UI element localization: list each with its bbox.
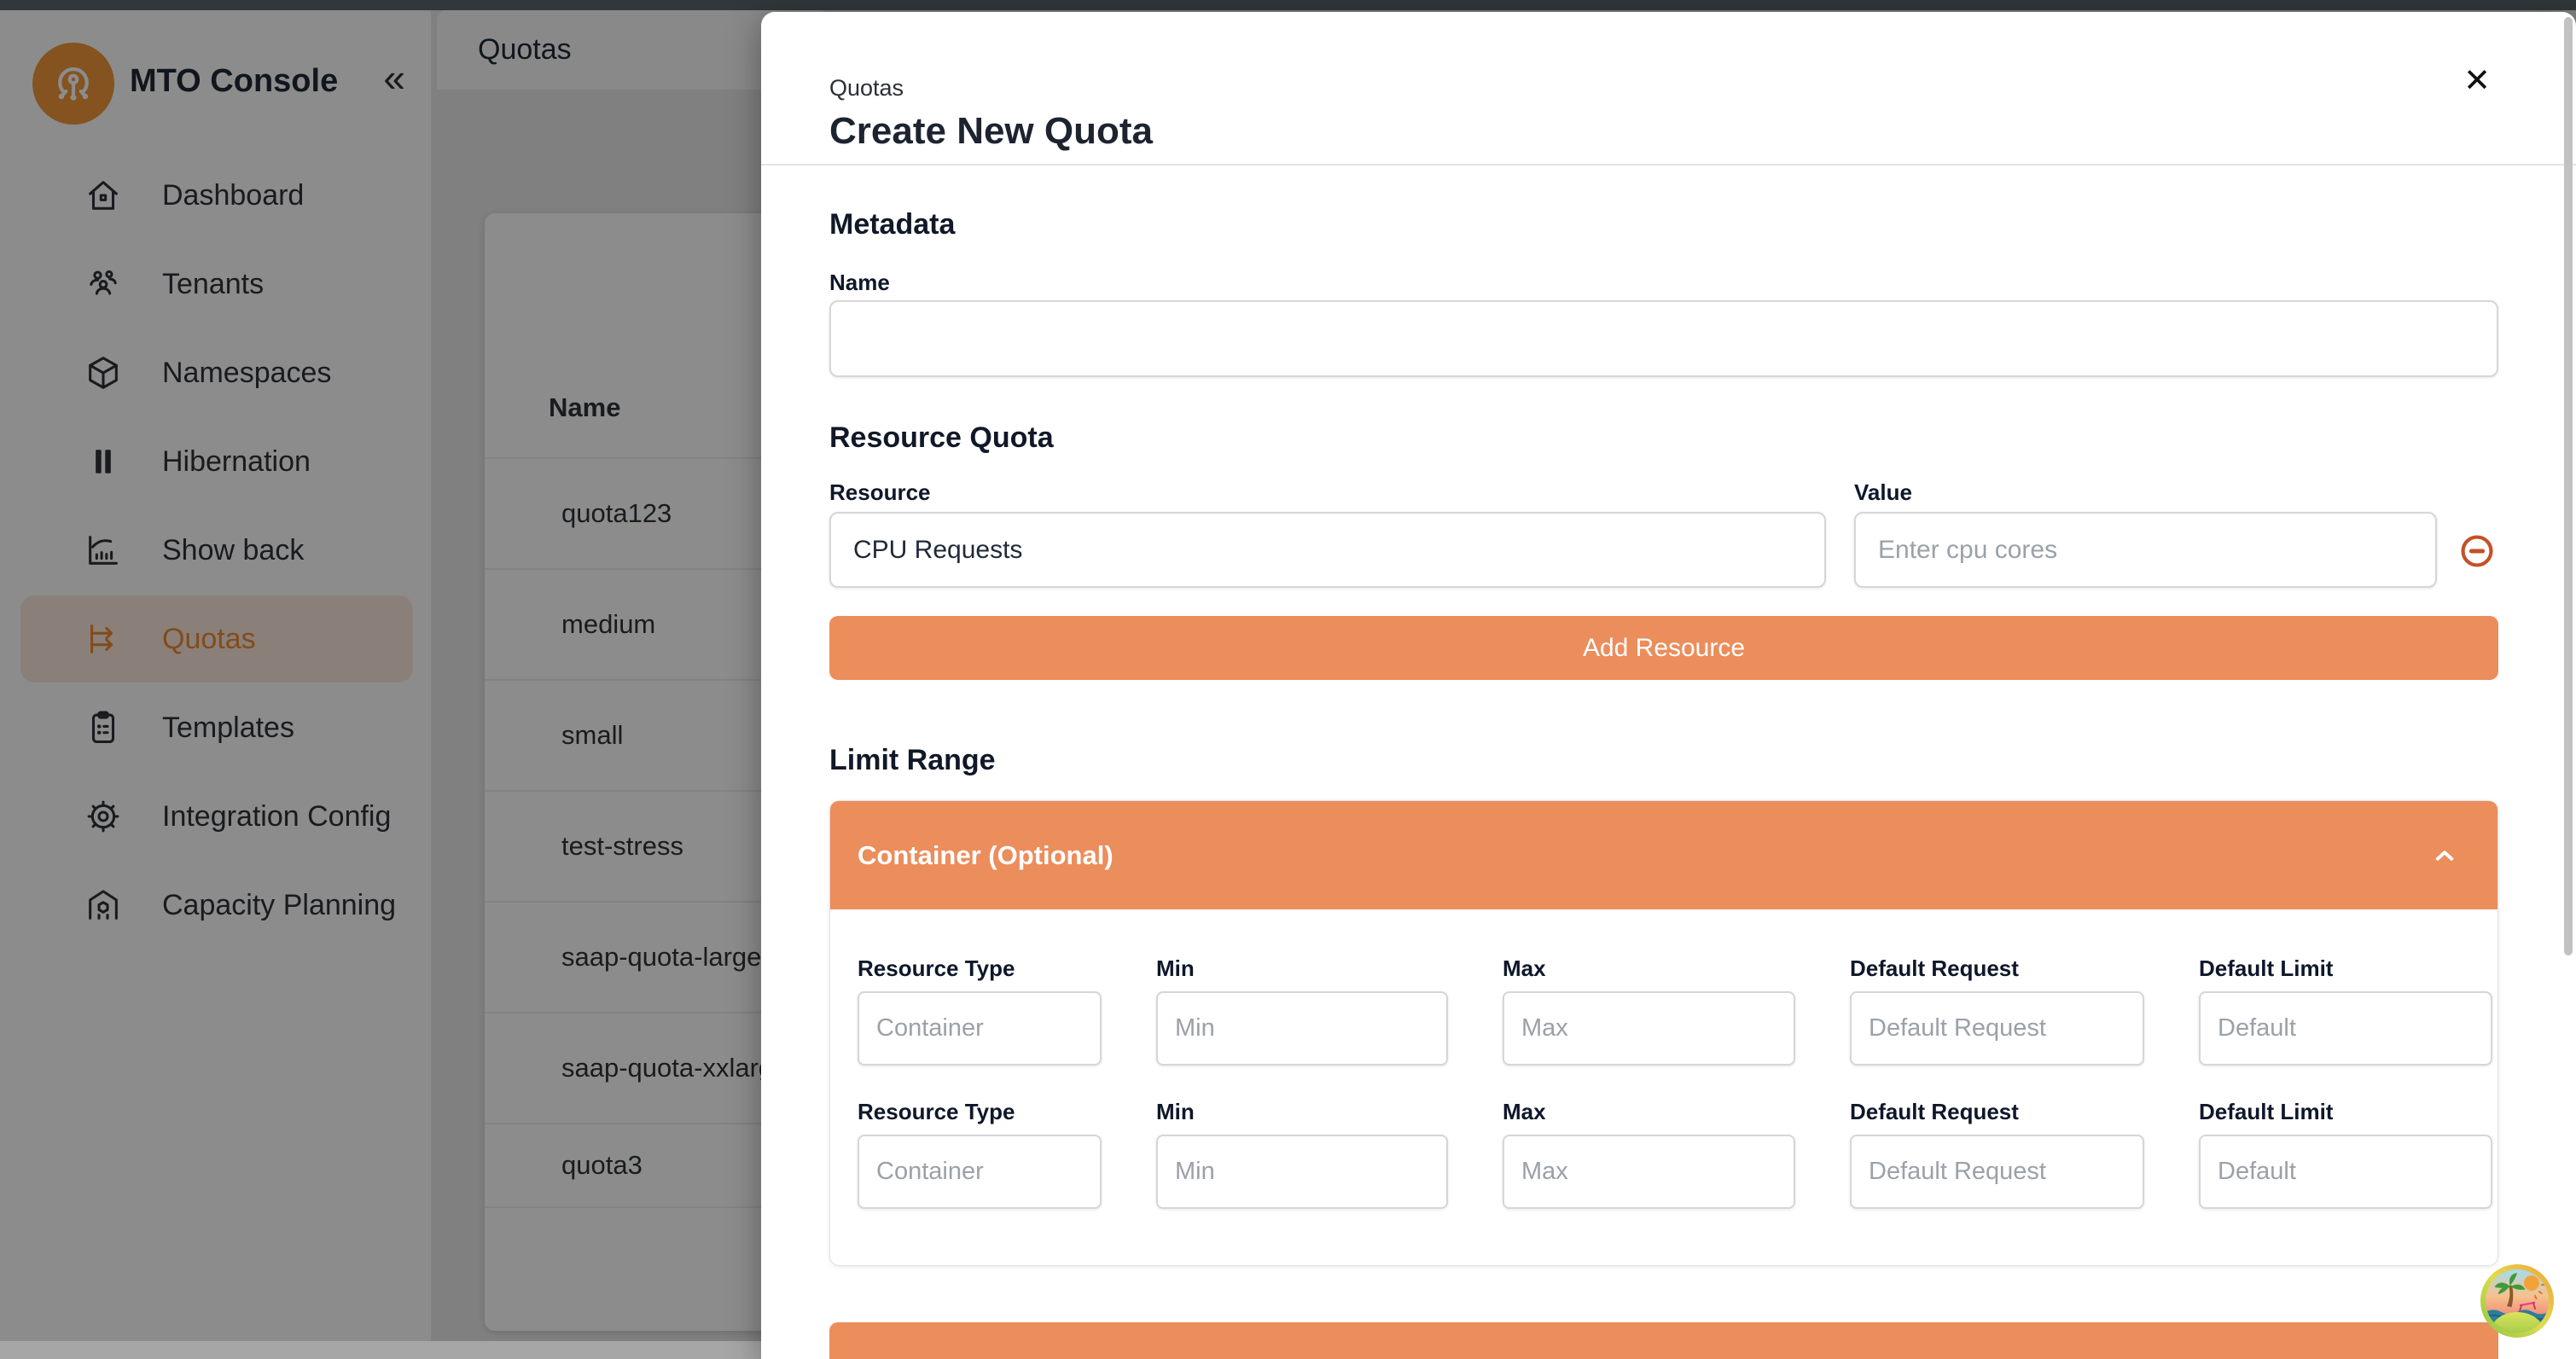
default-limit-label: Default Limit (2199, 955, 2492, 981)
resource-type-input[interactable] (858, 991, 1102, 1066)
limit-range-row: Resource Type Min Max Default Request De… (858, 1099, 2497, 1209)
resource-type-label: Resource Type (858, 1099, 1102, 1124)
max-input[interactable] (1503, 1135, 1795, 1209)
modal-scrollbar-thumb[interactable] (2564, 17, 2573, 955)
container-section-title: Container (Optional) (858, 840, 1114, 871)
container-section-card: Container (Optional) Resource Type Min M… (829, 800, 2498, 1266)
default-request-label: Default Request (1850, 955, 2144, 981)
modal-header: Quotas Create New Quota ✕ (761, 12, 2576, 166)
name-label: Name (829, 270, 2498, 295)
next-collapsed-section-header[interactable] (829, 1322, 2498, 1359)
resource-input[interactable] (829, 512, 1826, 588)
value-label: Value (1854, 479, 2437, 505)
create-quota-modal: Quotas Create New Quota ✕ Metadata Name … (761, 12, 2576, 1359)
default-limit-label: Default Limit (2199, 1099, 2492, 1124)
max-input[interactable] (1503, 991, 1795, 1066)
resource-type-input[interactable] (858, 1135, 1102, 1209)
max-label: Max (1503, 1099, 1795, 1124)
min-label: Min (1156, 955, 1448, 981)
default-limit-input[interactable] (2199, 991, 2492, 1066)
container-section-header[interactable]: Container (Optional) (830, 801, 2497, 909)
screen: MTO Console « Dashboard Tenants (0, 0, 2576, 1359)
max-label: Max (1503, 955, 1795, 981)
resource-label: Resource (829, 479, 1826, 505)
container-section-body: Resource Type Min Max Default Request De… (830, 909, 2497, 1265)
horizontal-scrollbar-track[interactable] (0, 1341, 761, 1359)
name-input[interactable] (829, 300, 2498, 377)
default-request-label: Default Request (1850, 1099, 2144, 1124)
default-limit-input[interactable] (2199, 1135, 2492, 1209)
breadcrumb: Quotas (829, 75, 2496, 101)
value-input[interactable] (1854, 512, 2437, 588)
min-input[interactable] (1156, 991, 1448, 1066)
resource-quota-row: Resource Value (829, 479, 2498, 588)
metadata-heading: Metadata (829, 208, 2498, 241)
min-label: Min (1156, 1099, 1448, 1124)
resource-quota-heading: Resource Quota (829, 421, 2498, 454)
island-badge-icon[interactable] (2480, 1263, 2555, 1339)
default-request-input[interactable] (1850, 991, 2144, 1066)
limit-range-row: Resource Type Min Max Default Request De… (858, 955, 2497, 1066)
modal-title: Create New Quota (829, 109, 2496, 154)
chevron-up-icon (2429, 840, 2460, 871)
add-resource-button[interactable]: Add Resource (829, 616, 2498, 680)
close-icon[interactable]: ✕ (2463, 65, 2491, 97)
modal-body: Metadata Name Resource Quota Resource Va… (761, 208, 2576, 1359)
resource-type-label: Resource Type (858, 955, 1102, 981)
default-request-input[interactable] (1850, 1135, 2144, 1209)
limit-range-heading: Limit Range (829, 744, 2498, 776)
min-input[interactable] (1156, 1135, 1448, 1209)
remove-resource-icon[interactable] (2459, 533, 2495, 569)
